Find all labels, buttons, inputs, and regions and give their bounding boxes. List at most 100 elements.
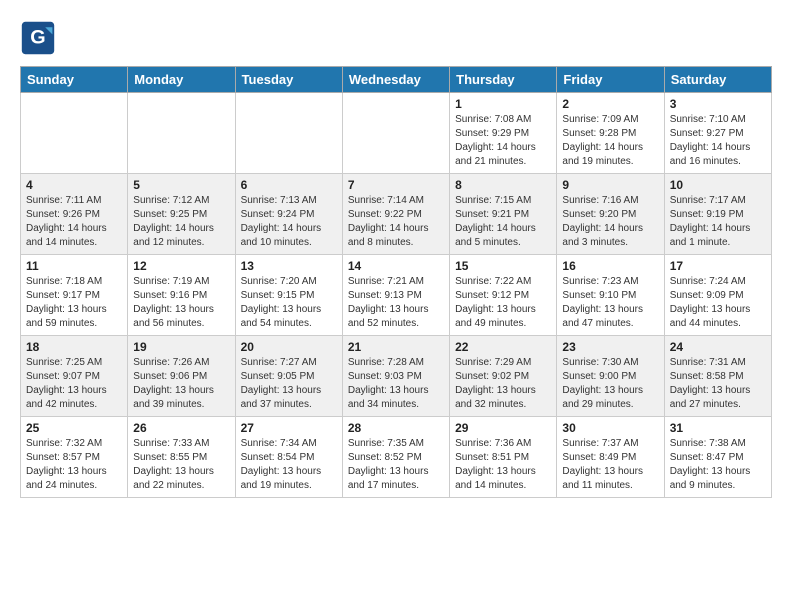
calendar-day-cell: 31Sunrise: 7:38 AM Sunset: 8:47 PM Dayli… [664, 417, 771, 498]
day-number: 26 [133, 421, 229, 435]
day-info: Sunrise: 7:13 AM Sunset: 9:24 PM Dayligh… [241, 194, 337, 250]
calendar-day-cell: 4 Sunrise: 7:11 AM Sunset: 9:26 PM Daylig… [21, 174, 128, 255]
calendar-day-header: Monday [128, 67, 235, 93]
day-number: 16 [562, 259, 658, 273]
day-number: 25 [26, 421, 122, 435]
day-info: Sunrise: 7:09 AM Sunset: 9:28 PM Dayligh… [562, 113, 658, 169]
day-info: Sunrise: 7:36 AM Sunset: 8:51 PM Dayligh… [455, 437, 551, 493]
day-info: Sunrise: 7:11 AM Sunset: 9:26 PM Dayligh… [26, 194, 122, 250]
page-header: G [20, 20, 772, 56]
day-info: Sunrise: 7:10 AM Sunset: 9:27 PM Dayligh… [670, 113, 766, 169]
calendar-day-header: Friday [557, 67, 664, 93]
day-number: 2 [562, 97, 658, 111]
calendar-day-cell: 15 Sunrise: 7:22 AM Sunset: 9:12 PM Dayli… [450, 255, 557, 336]
day-number: 28 [348, 421, 444, 435]
day-info: Sunrise: 7:27 AM Sunset: 9:05 PM Dayligh… [241, 356, 337, 412]
calendar-day-cell: 29 Sunrise: 7:36 AM Sunset: 8:51 PM Dayli… [450, 417, 557, 498]
day-info: Sunrise: 7:37 AM Sunset: 8:49 PM Dayligh… [562, 437, 658, 493]
day-number: 22 [455, 340, 551, 354]
calendar-day-cell: 23Sunrise: 7:30 AM Sunset: 9:00 PM Dayli… [557, 336, 664, 417]
day-number: 17 [670, 259, 766, 273]
calendar-day-cell: 25 Sunrise: 7:32 AM Sunset: 8:57 PM Dayli… [21, 417, 128, 498]
svg-text:G: G [30, 26, 45, 48]
calendar-day-cell: 13 Sunrise: 7:20 AM Sunset: 9:15 PM Dayli… [235, 255, 342, 336]
calendar-day-header: Saturday [664, 67, 771, 93]
calendar-day-cell: 2 Sunrise: 7:09 AM Sunset: 9:28 PM Daylig… [557, 93, 664, 174]
calendar-day-cell: 18 Sunrise: 7:25 AM Sunset: 9:07 PM Dayli… [21, 336, 128, 417]
day-number: 18 [26, 340, 122, 354]
day-info: Sunrise: 7:22 AM Sunset: 9:12 PM Dayligh… [455, 275, 551, 331]
day-info: Sunrise: 7:34 AM Sunset: 8:54 PM Dayligh… [241, 437, 337, 493]
day-info: Sunrise: 7:25 AM Sunset: 9:07 PM Dayligh… [26, 356, 122, 412]
calendar-day-cell: 24 Sunrise: 7:31 AM Sunset: 8:58 PM Dayli… [664, 336, 771, 417]
day-info: Sunrise: 7:08 AM Sunset: 9:29 PM Dayligh… [455, 113, 551, 169]
calendar-day-cell [342, 93, 449, 174]
calendar-day-cell: 14Sunrise: 7:21 AM Sunset: 9:13 PM Dayli… [342, 255, 449, 336]
day-info: Sunrise: 7:31 AM Sunset: 8:58 PM Dayligh… [670, 356, 766, 412]
calendar-day-cell: 27 Sunrise: 7:34 AM Sunset: 8:54 PM Dayli… [235, 417, 342, 498]
calendar-day-cell: 30Sunrise: 7:37 AM Sunset: 8:49 PM Dayli… [557, 417, 664, 498]
day-number: 7 [348, 178, 444, 192]
day-info: Sunrise: 7:15 AM Sunset: 9:21 PM Dayligh… [455, 194, 551, 250]
calendar-day-cell: 16 Sunrise: 7:23 AM Sunset: 9:10 PM Dayli… [557, 255, 664, 336]
calendar-day-cell: 21 Sunrise: 7:28 AM Sunset: 9:03 PM Dayli… [342, 336, 449, 417]
logo: G [20, 20, 60, 56]
day-info: Sunrise: 7:35 AM Sunset: 8:52 PM Dayligh… [348, 437, 444, 493]
day-number: 21 [348, 340, 444, 354]
calendar-day-cell [21, 93, 128, 174]
calendar-table: SundayMondayTuesdayWednesdayThursdayFrid… [20, 66, 772, 498]
calendar-day-cell: 1 Sunrise: 7:08 AM Sunset: 9:29 PM Daylig… [450, 93, 557, 174]
day-number: 12 [133, 259, 229, 273]
calendar-day-cell: 8 Sunrise: 7:15 AM Sunset: 9:21 PM Daylig… [450, 174, 557, 255]
day-number: 23 [562, 340, 658, 354]
calendar-day-cell: 12 Sunrise: 7:19 AM Sunset: 9:16 PM Dayli… [128, 255, 235, 336]
calendar-header-row: SundayMondayTuesdayWednesdayThursdayFrid… [21, 67, 772, 93]
day-number: 31 [670, 421, 766, 435]
day-number: 4 [26, 178, 122, 192]
day-info: Sunrise: 7:20 AM Sunset: 9:15 PM Dayligh… [241, 275, 337, 331]
calendar-day-cell: 3 Sunrise: 7:10 AM Sunset: 9:27 PM Daylig… [664, 93, 771, 174]
logo-icon: G [20, 20, 56, 56]
day-number: 19 [133, 340, 229, 354]
day-info: Sunrise: 7:32 AM Sunset: 8:57 PM Dayligh… [26, 437, 122, 493]
day-info: Sunrise: 7:24 AM Sunset: 9:09 PM Dayligh… [670, 275, 766, 331]
calendar-day-cell: 28 Sunrise: 7:35 AM Sunset: 8:52 PM Dayli… [342, 417, 449, 498]
calendar-day-header: Tuesday [235, 67, 342, 93]
calendar-day-cell: 6 Sunrise: 7:13 AM Sunset: 9:24 PM Daylig… [235, 174, 342, 255]
day-number: 3 [670, 97, 766, 111]
day-number: 9 [562, 178, 658, 192]
day-info: Sunrise: 7:16 AM Sunset: 9:20 PM Dayligh… [562, 194, 658, 250]
day-number: 14 [348, 259, 444, 273]
day-number: 10 [670, 178, 766, 192]
day-number: 5 [133, 178, 229, 192]
calendar-day-cell: 5 Sunrise: 7:12 AM Sunset: 9:25 PM Daylig… [128, 174, 235, 255]
calendar-week-row: 18 Sunrise: 7:25 AM Sunset: 9:07 PM Dayli… [21, 336, 772, 417]
day-info: Sunrise: 7:28 AM Sunset: 9:03 PM Dayligh… [348, 356, 444, 412]
calendar-day-cell: 19 Sunrise: 7:26 AM Sunset: 9:06 PM Dayli… [128, 336, 235, 417]
day-info: Sunrise: 7:29 AM Sunset: 9:02 PM Dayligh… [455, 356, 551, 412]
day-number: 6 [241, 178, 337, 192]
calendar-day-cell: 9 Sunrise: 7:16 AM Sunset: 9:20 PM Daylig… [557, 174, 664, 255]
day-info: Sunrise: 7:23 AM Sunset: 9:10 PM Dayligh… [562, 275, 658, 331]
day-info: Sunrise: 7:12 AM Sunset: 9:25 PM Dayligh… [133, 194, 229, 250]
day-number: 13 [241, 259, 337, 273]
calendar-week-row: 4 Sunrise: 7:11 AM Sunset: 9:26 PM Daylig… [21, 174, 772, 255]
day-info: Sunrise: 7:17 AM Sunset: 9:19 PM Dayligh… [670, 194, 766, 250]
calendar-day-cell: 10 Sunrise: 7:17 AM Sunset: 9:19 PM Dayli… [664, 174, 771, 255]
calendar-week-row: 1 Sunrise: 7:08 AM Sunset: 9:29 PM Daylig… [21, 93, 772, 174]
day-number: 27 [241, 421, 337, 435]
calendar-day-cell: 22 Sunrise: 7:29 AM Sunset: 9:02 PM Dayli… [450, 336, 557, 417]
day-number: 24 [670, 340, 766, 354]
calendar-day-cell: 20 Sunrise: 7:27 AM Sunset: 9:05 PM Dayli… [235, 336, 342, 417]
day-number: 11 [26, 259, 122, 273]
day-number: 20 [241, 340, 337, 354]
day-info: Sunrise: 7:26 AM Sunset: 9:06 PM Dayligh… [133, 356, 229, 412]
day-number: 15 [455, 259, 551, 273]
day-info: Sunrise: 7:19 AM Sunset: 9:16 PM Dayligh… [133, 275, 229, 331]
calendar-day-cell [235, 93, 342, 174]
day-number: 8 [455, 178, 551, 192]
day-number: 29 [455, 421, 551, 435]
calendar-day-header: Thursday [450, 67, 557, 93]
day-number: 1 [455, 97, 551, 111]
day-info: Sunrise: 7:33 AM Sunset: 8:55 PM Dayligh… [133, 437, 229, 493]
